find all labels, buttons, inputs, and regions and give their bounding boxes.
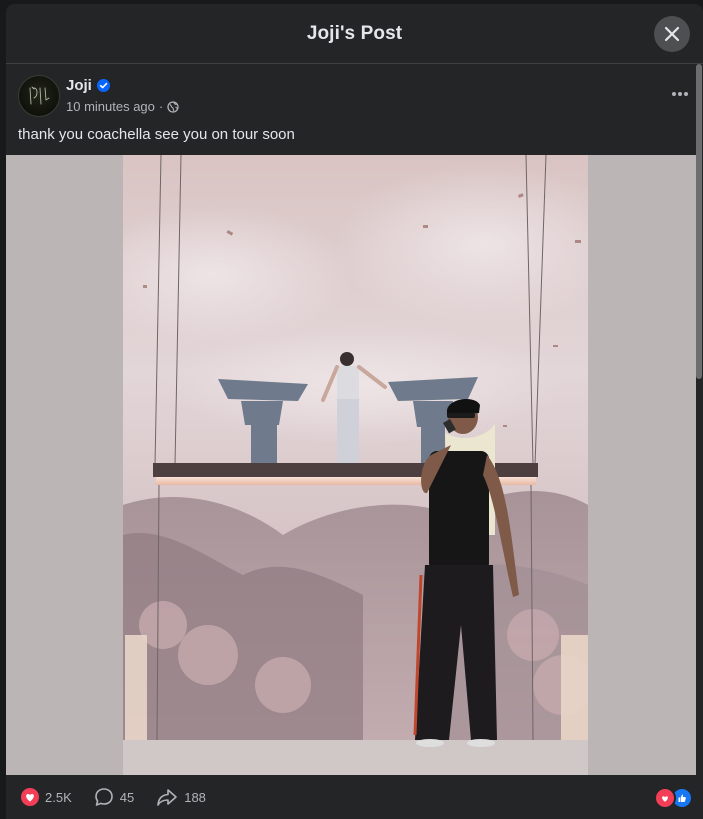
share-icon: [157, 789, 178, 806]
avatar[interactable]: [18, 75, 60, 117]
reactions-stat[interactable]: 2.5K: [21, 788, 72, 806]
modal-header: Joji's Post: [6, 4, 703, 64]
verified-badge-icon: [96, 79, 110, 92]
more-horizontal-icon: [672, 92, 688, 96]
reactions-count: 2.5K: [45, 789, 72, 805]
shares-count: 188: [184, 789, 206, 805]
close-button[interactable]: [654, 16, 690, 52]
comments-count: 45: [119, 789, 135, 805]
avatar-logo: [29, 86, 50, 105]
heart-reaction-icon: [21, 788, 39, 806]
scrollbar-thumb[interactable]: [696, 64, 702, 379]
globe-icon[interactable]: [167, 100, 179, 113]
author-line: Joji: [66, 77, 110, 94]
photo-container[interactable]: [6, 155, 696, 775]
love-reaction-icon: [654, 787, 676, 809]
post-caption: thank you coachella see you on tour soon: [18, 126, 295, 143]
more-options-button[interactable]: [666, 82, 694, 106]
comment-icon: [94, 788, 113, 806]
reactions-summary[interactable]: [654, 787, 693, 809]
meta-separator: ·: [158, 99, 164, 114]
post-timestamp[interactable]: 10 minutes ago: [66, 99, 155, 114]
shares-stat[interactable]: 188: [156, 787, 206, 807]
post-meta: 10 minutes ago ·: [66, 99, 179, 114]
post-photo[interactable]: [123, 155, 588, 775]
reaction-bar: 2.5K 45 188: [6, 775, 703, 819]
comments-stat[interactable]: 45: [94, 787, 134, 807]
concert-photo: [123, 155, 588, 775]
modal-title: Joji's Post: [306, 22, 403, 44]
close-icon: [664, 26, 680, 42]
author-name[interactable]: Joji: [66, 77, 92, 94]
post-modal: Joji's Post Joji 10 minutes ago · thank …: [6, 4, 703, 819]
post-header: Joji 10 minutes ago ·: [6, 64, 696, 119]
